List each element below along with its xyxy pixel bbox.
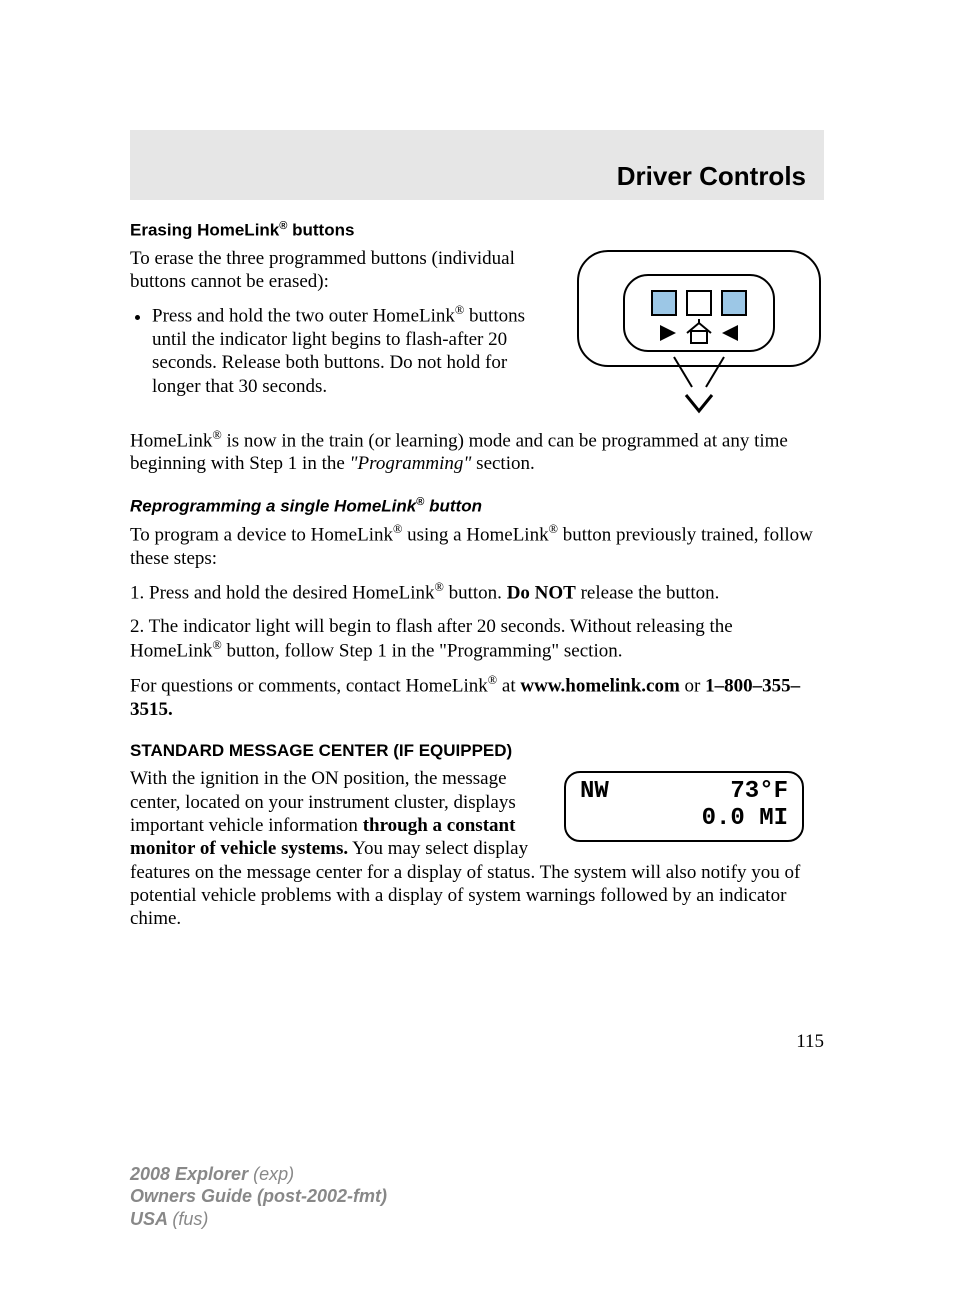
heading-reprogramming: Reprogramming a single HomeLink® button <box>130 496 824 517</box>
heading-erasing-homelink: Erasing HomeLink® buttons <box>130 220 824 241</box>
footer-guide: Owners Guide (post-2002-fmt) <box>130 1185 824 1208</box>
text: button, follow Step 1 in the "Programmin… <box>222 641 623 662</box>
heading-text: buttons <box>287 221 354 240</box>
registered-symbol: ® <box>393 522 402 536</box>
registered-symbol: ® <box>455 303 464 317</box>
heading-text: button <box>424 496 482 515</box>
registered-symbol: ® <box>212 638 221 652</box>
homelink-console-illustration <box>574 247 824 422</box>
message-center-display-illustration: NW 73°F 0.0 MI <box>564 771 804 842</box>
footer: 2008 Explorer (exp) Owners Guide (post-2… <box>130 1163 824 1231</box>
text-italic: "Programming" <box>350 453 472 474</box>
display-mileage: 0.0 MI <box>702 805 788 832</box>
footer-code: (exp) <box>253 1164 294 1184</box>
text: Press and hold the two outer HomeLink <box>152 306 455 327</box>
registered-symbol: ® <box>549 522 558 536</box>
heading-message-center: STANDARD MESSAGE CENTER (IF EQUIPPED) <box>130 741 824 761</box>
text-bold: Do NOT <box>507 583 576 604</box>
display-compass: NW <box>580 779 609 805</box>
paragraph: 2. The indicator light will begin to fla… <box>130 615 824 663</box>
paragraph: HomeLink® is now in the train (or learni… <box>130 428 824 476</box>
text: release the button. <box>576 583 720 604</box>
footer-code: (fus) <box>172 1209 208 1229</box>
registered-symbol: ® <box>212 428 221 442</box>
chapter-title: Driver Controls <box>617 161 806 192</box>
footer-region: USA <box>130 1209 172 1229</box>
text: using a HomeLink <box>402 525 548 546</box>
text: at <box>497 675 520 696</box>
homelink-url: www.homelink.com <box>520 675 679 696</box>
page-number: 115 <box>130 1031 824 1053</box>
registered-symbol: ® <box>488 673 497 687</box>
heading-text: Erasing HomeLink <box>130 221 279 240</box>
text: 1. Press and hold the desired HomeLink <box>130 583 434 604</box>
text: or <box>680 675 705 696</box>
heading-text: Reprogramming a single HomeLink <box>130 496 416 515</box>
text: For questions or comments, contact HomeL… <box>130 675 488 696</box>
paragraph: 1. Press and hold the desired HomeLink® … <box>130 580 824 605</box>
chapter-header: Driver Controls <box>130 130 824 200</box>
text: HomeLink <box>130 430 212 451</box>
text: To program a device to HomeLink <box>130 525 393 546</box>
paragraph: For questions or comments, contact HomeL… <box>130 673 824 721</box>
display-temperature: 73°F <box>730 779 788 805</box>
text: button. <box>444 583 507 604</box>
registered-symbol: ® <box>434 580 443 594</box>
text: section. <box>471 453 534 474</box>
footer-model: 2008 Explorer <box>130 1164 253 1184</box>
paragraph: To program a device to HomeLink® using a… <box>130 522 824 570</box>
